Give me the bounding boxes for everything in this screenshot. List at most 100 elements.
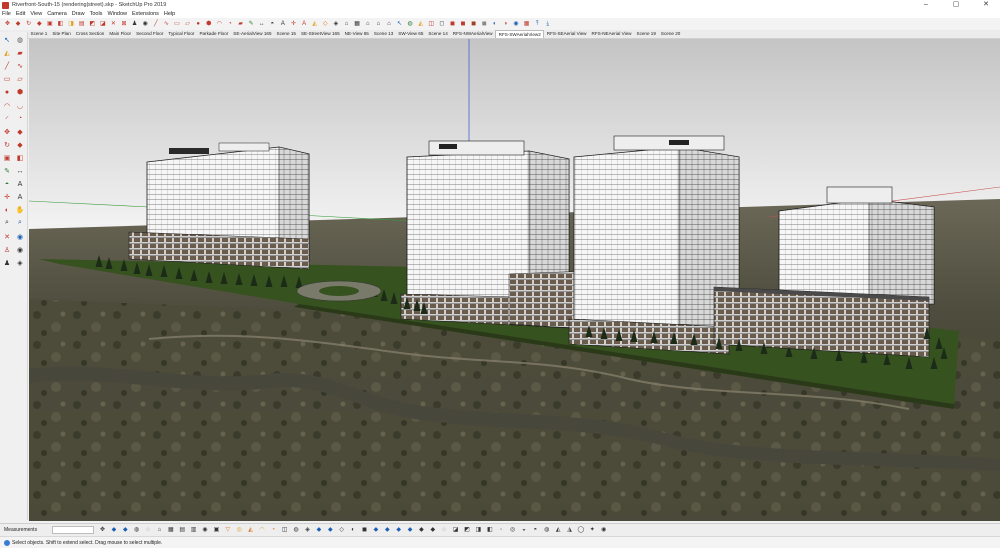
wireframe-icon[interactable]: ◻ (437, 20, 446, 29)
layout-icon[interactable]: ▤ (178, 525, 187, 534)
front-view-icon[interactable]: ⌂ (363, 20, 372, 29)
download-icon[interactable]: ⤓ (543, 20, 552, 29)
paint-bucket-icon[interactable]: ◭ (310, 20, 319, 29)
cube-icon[interactable]: ◆ (121, 525, 130, 534)
look-around-tool-icon[interactable]: ◉ (15, 245, 25, 255)
menu-camera[interactable]: Camera (47, 11, 67, 17)
materials-icon[interactable]: ◩ (463, 525, 472, 534)
two-point-arc-tool-icon[interactable]: ◡ (15, 101, 25, 111)
walk-icon[interactable]: ♟ (130, 20, 139, 29)
pie-icon[interactable]: ◔ (225, 20, 234, 29)
menu-help[interactable]: Help (164, 11, 175, 17)
scene-tab[interactable]: Typical Floor (166, 30, 197, 38)
scale-icon[interactable]: ▣ (45, 20, 54, 29)
follow-me-tool-icon[interactable]: ◆ (15, 140, 25, 150)
offset-icon[interactable]: ◧ (56, 20, 65, 29)
subtract-solid-icon[interactable]: ◆ (406, 525, 415, 534)
make-component-tool-icon[interactable]: ◍ (15, 35, 25, 45)
info-icon[interactable]: ◯ (576, 525, 585, 534)
extension-warehouse-icon[interactable]: ▦ (522, 20, 531, 29)
share-model-icon[interactable]: ◑ (501, 20, 510, 29)
scene-tab[interactable]: Scene 15 (274, 30, 298, 38)
fog-panel-icon[interactable]: ◎ (508, 525, 517, 534)
paint-icon[interactable]: ◭ (416, 20, 425, 29)
instructor-icon[interactable]: ◍ (542, 525, 551, 534)
scene-tab[interactable]: Scene 13 (371, 30, 395, 38)
push-pull-icon[interactable]: ◆ (14, 20, 23, 29)
polygon-icon[interactable]: ⬢ (204, 20, 213, 29)
fog-icon[interactable]: ◠ (257, 525, 266, 534)
outer-shell-icon[interactable]: ▤ (77, 20, 86, 29)
tape-measure-icon[interactable]: ✎ (247, 20, 256, 29)
soften-edges-icon[interactable]: ◓ (531, 525, 540, 534)
menu-view[interactable]: View (30, 11, 42, 17)
scale-tool-icon[interactable]: ▣ (2, 153, 12, 163)
axes-icon[interactable]: ✛ (289, 20, 298, 29)
layers-icon[interactable]: ◨ (474, 525, 483, 534)
menu-extensions[interactable]: Extensions (132, 11, 159, 17)
push-pull-tool-icon[interactable]: ◆ (15, 127, 25, 137)
style-builder-icon[interactable]: ▥ (189, 525, 198, 534)
terrain-icon[interactable]: ◮ (565, 525, 574, 534)
line-tool-icon[interactable]: ╱ (2, 61, 12, 71)
shaded-icon[interactable]: ◼ (459, 20, 468, 29)
scene-tab[interactable]: SE-AerialView 165 (231, 30, 274, 38)
3d-text-icon[interactable]: A (300, 20, 309, 29)
scene-tab[interactable]: RFS-SWAerialView2 (495, 30, 545, 38)
textured-icon[interactable]: ◼ (469, 20, 478, 29)
walk-tool-icon[interactable]: ♟ (2, 258, 12, 268)
maximize-button[interactable]: ▢ (942, 0, 970, 10)
entity-info-icon[interactable]: ◪ (451, 525, 460, 534)
scene-tab[interactable]: Parkade Floor (197, 30, 231, 38)
export-icon[interactable]: ▣ (212, 525, 221, 534)
previous-view-tool-icon[interactable]: ◉ (15, 232, 25, 242)
pie-tool-icon[interactable]: ◔ (15, 114, 25, 124)
rotated-rectangle-tool-icon[interactable]: ▱ (15, 74, 25, 84)
axes-shortcut-icon[interactable]: ✥ (98, 525, 107, 534)
soften-icon[interactable]: ◌ (144, 525, 153, 534)
smoove-icon[interactable]: ◆ (314, 525, 323, 534)
freehand-icon[interactable]: ∿ (162, 20, 171, 29)
help-icon[interactable]: ◉ (599, 525, 608, 534)
zoom-extents-tool-icon[interactable]: ✕ (2, 232, 12, 242)
trim-solid-icon[interactable]: ◆ (417, 525, 426, 534)
dimension-icon[interactable]: ↔ (257, 20, 266, 29)
shadow-icon[interactable]: ◭ (246, 525, 255, 534)
text-tool-icon[interactable]: A (15, 179, 25, 189)
section-plane-tool-icon[interactable]: ◈ (15, 258, 25, 268)
add-detail-icon[interactable]: ◇ (337, 525, 346, 534)
tape-measure-tool-icon[interactable]: ✎ (2, 166, 12, 176)
match-photo-icon[interactable]: ◒ (519, 525, 528, 534)
intersect-icon[interactable]: ◨ (67, 20, 76, 29)
union-icon[interactable]: ◩ (88, 20, 97, 29)
outliner-icon[interactable]: ◌ (440, 525, 449, 534)
scene-tab[interactable]: Cross Section (73, 30, 107, 38)
subtract-icon[interactable]: ◪ (98, 20, 107, 29)
follow-me-icon[interactable]: ◆ (35, 20, 44, 29)
scene-tab[interactable]: Second Floor (134, 30, 166, 38)
house-icon[interactable]: ⌂ (155, 525, 164, 534)
styles-icon[interactable]: ◦ (497, 525, 506, 534)
scene-tab[interactable]: Site Plan (50, 30, 73, 38)
scene-tab[interactable]: SW-View 65 (396, 30, 426, 38)
scene-tab[interactable]: RFS-NEAerial View (589, 30, 634, 38)
model-scene[interactable] (29, 39, 1000, 521)
hidden-line-icon[interactable]: ◼ (448, 20, 457, 29)
arc-tool-icon[interactable]: ◠ (2, 101, 12, 111)
scene-tab[interactable]: Scene 20 (658, 30, 682, 38)
circle-tool-icon[interactable]: ● (2, 87, 12, 97)
measurements-input[interactable] (52, 526, 94, 534)
menu-file[interactable]: File (2, 11, 11, 17)
paint-bucket-tool-icon[interactable]: ◭ (2, 48, 12, 58)
back-view-icon[interactable]: ⌂ (384, 20, 393, 29)
iso-view-icon[interactable]: ⌂ (342, 20, 351, 29)
rotate-tool-icon[interactable]: ↻ (2, 140, 12, 150)
flip-icon[interactable]: ◫ (280, 525, 289, 534)
rotate-icon[interactable]: ↻ (24, 20, 33, 29)
menu-draw[interactable]: Draw (72, 11, 85, 17)
scene-tab[interactable]: Scene 1 (28, 30, 50, 38)
flip-edge-icon[interactable]: ◐ (349, 525, 358, 534)
eraser-tool-icon[interactable]: ▰ (15, 48, 25, 58)
offset-tool-icon[interactable]: ◧ (15, 153, 25, 163)
upload-icon[interactable]: ⤒ (533, 20, 542, 29)
